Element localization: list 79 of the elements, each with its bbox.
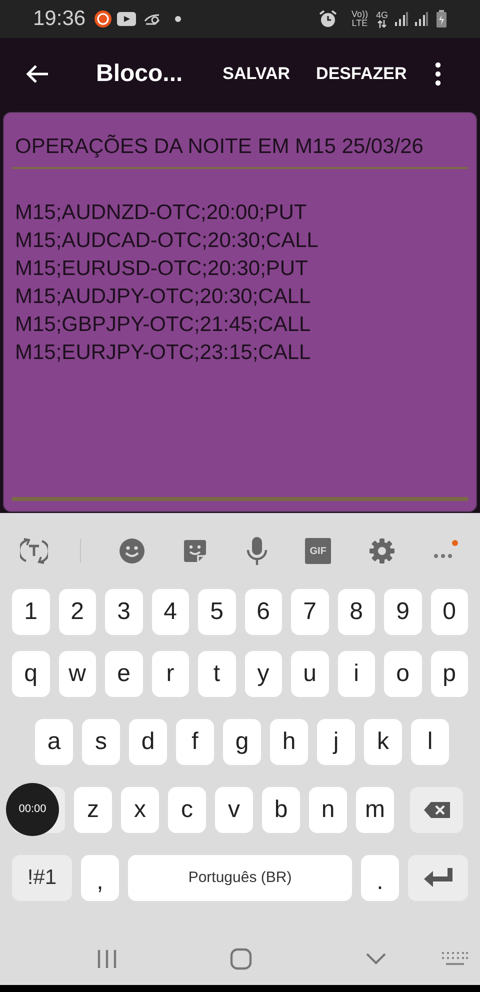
keyboard-key[interactable]: h [270, 719, 308, 765]
keyboard-key[interactable]: f [176, 719, 214, 765]
keyboard-key[interactable]: 2 [58, 589, 96, 635]
keyboard-key[interactable]: u [291, 651, 328, 697]
sticker-icon[interactable] [182, 538, 208, 564]
network-label: 4G [376, 10, 388, 20]
text-conversion-icon[interactable] [20, 536, 48, 566]
note-title: OPERAÇÕES DA NOITE EM M15 25/03/26 [14, 134, 424, 160]
keyboard-key[interactable]: d [129, 719, 167, 765]
floating-timer-overlay: 00:00 [6, 783, 59, 836]
keyboard-key[interactable]: t [198, 651, 236, 697]
signal-icon [394, 12, 408, 26]
keyboard-key[interactable]: s [82, 719, 120, 765]
symbols-key[interactable]: !#1 [12, 855, 72, 901]
note-line: M15;GBPJPY-OTC;21:45;CALL [15, 312, 312, 338]
keyboard-key[interactable]: 7 [291, 589, 328, 635]
backspace-icon [422, 801, 450, 819]
keyboard-key[interactable]: c [168, 787, 206, 833]
keyboard-key[interactable]: o [384, 651, 422, 697]
note-line: M15;AUDNZD-OTC;20:00;PUT [15, 200, 308, 226]
keyboard-key[interactable]: v [215, 787, 253, 833]
signal-icon [414, 12, 428, 26]
action-button[interactable]: SALVAR [222, 53, 290, 95]
notification-dot-icon [174, 16, 181, 22]
lte-label: LTE [352, 19, 368, 28]
note-line: M15;AUDJPY-OTC;20:30;CALL [15, 284, 312, 310]
keyboard-key[interactable]: j [317, 719, 355, 765]
keyboard-key[interactable]: 3 [105, 589, 142, 635]
keyboard-key[interactable]: 5 [198, 589, 236, 635]
note-line: M15;EURUSD-OTC;20:30;PUT [15, 256, 309, 282]
keyboard-switch-icon[interactable] [442, 951, 468, 967]
keyboard-key[interactable]: 4 [152, 589, 189, 635]
home-icon[interactable] [230, 948, 252, 970]
keyboard-key[interactable]: q [12, 651, 50, 697]
data-arrows-icon [376, 20, 387, 28]
recent-apps-icon[interactable] [96, 949, 118, 969]
status-time: 19:36 [33, 6, 86, 32]
note-line: M15;AUDCAD-OTC;20:30;CALL [15, 228, 320, 254]
backspace-key[interactable] [410, 787, 463, 833]
keyboard-key[interactable]: 9 [384, 589, 422, 635]
keyboard-key[interactable]: z [74, 787, 112, 833]
battery-icon [436, 10, 447, 28]
note-line: M15;EURJPY-OTC;23:15;CALL [15, 340, 312, 366]
volte-label: Vo)) [351, 10, 368, 19]
record-app-icon [94, 10, 112, 28]
keyboard-key[interactable]: y [244, 651, 282, 697]
keyboard-key[interactable]: 8 [338, 589, 375, 635]
settings-icon[interactable] [368, 538, 395, 564]
alarm-icon [318, 10, 338, 28]
keyboard-key[interactable]: l [411, 719, 449, 765]
keyboard-key[interactable]: e [105, 651, 142, 697]
keyboard-key[interactable]: m [356, 787, 394, 833]
keyboard-key[interactable]: b [262, 787, 300, 833]
enter-icon [423, 867, 453, 889]
microphone-icon[interactable] [246, 536, 268, 566]
keyboard-key[interactable]: 6 [244, 589, 282, 635]
back-icon[interactable] [25, 64, 49, 84]
enter-key[interactable] [408, 855, 468, 901]
action-button[interactable]: DESFAZER [316, 53, 407, 95]
app-title: Bloco... [96, 59, 183, 89]
hide-keyboard-icon[interactable] [365, 952, 387, 966]
video-icon [116, 12, 136, 26]
keyboard-key[interactable]: i [338, 651, 375, 697]
space-bar[interactable]: Português (BR) [128, 855, 352, 901]
keyboard-key[interactable]: 1 [12, 589, 50, 635]
gif-button[interactable]: GIF [305, 538, 332, 564]
keyboard-key[interactable]: w [58, 651, 96, 697]
keyboard-key[interactable]: a [35, 719, 73, 765]
period-key[interactable]: . [361, 855, 399, 901]
keyboard-key[interactable]: p [430, 651, 468, 697]
keyboard-key[interactable]: r [152, 651, 189, 697]
comma-key[interactable]: , [81, 855, 119, 901]
more-menu-icon[interactable] [434, 62, 441, 86]
keyboard-key[interactable]: n [309, 787, 347, 833]
keyboard-key[interactable]: k [364, 719, 402, 765]
keyboard-key[interactable]: g [223, 719, 261, 765]
keyboard-key[interactable]: x [121, 787, 159, 833]
emoji-icon[interactable] [118, 538, 145, 564]
keyboard-key[interactable]: 0 [430, 589, 468, 635]
